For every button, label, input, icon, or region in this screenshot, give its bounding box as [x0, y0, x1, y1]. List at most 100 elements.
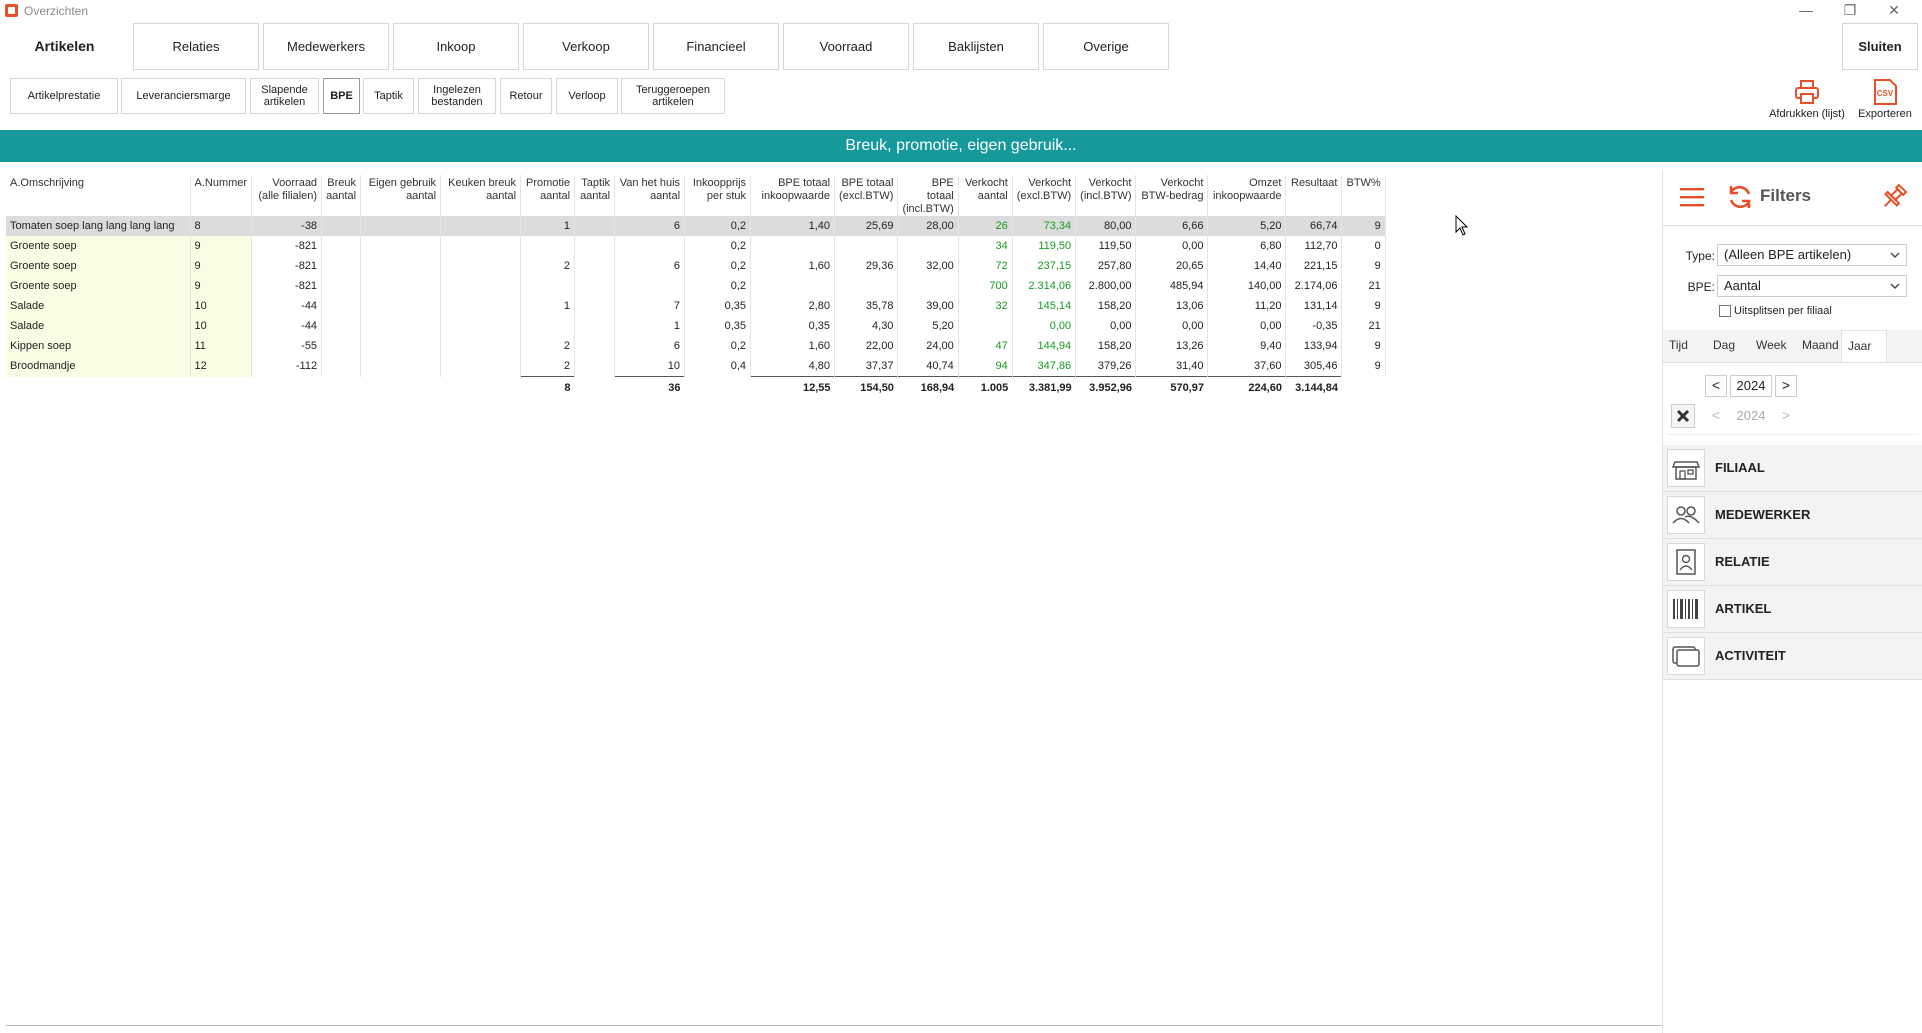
column-header[interactable]: A.Nummer: [190, 175, 253, 216]
column-header[interactable]: Omzet inkoopwaarde: [1207, 175, 1287, 216]
pin-icon[interactable]: [1879, 182, 1909, 212]
time-tab-tijd[interactable]: Tijd: [1663, 330, 1694, 362]
table-cell: Salade: [6, 316, 191, 336]
total-cell: 570,97: [1135, 376, 1208, 399]
total-cell: 12,55: [750, 376, 835, 399]
table-cell: [614, 276, 686, 296]
table-row[interactable]: Salade 10 -44 1 7 0,35 2,80 35,78 39,00 32 145,14 1…: [6, 296, 1386, 316]
column-header[interactable]: Keuken breuk aantal: [440, 175, 522, 216]
table-cell: [574, 216, 616, 236]
subtab-teruggeroepen-artikelen[interactable]: Teruggeroepen artikelen: [621, 78, 725, 114]
column-header[interactable]: Verkocht (incl.BTW): [1075, 175, 1137, 216]
table-row[interactable]: Broodmandje 12 -112 2 10 0,4 4,80 37,37 40,74 94 3…: [6, 356, 1386, 377]
table-cell: [520, 236, 576, 256]
column-header[interactable]: BTW%: [1341, 175, 1386, 216]
table-cell: [834, 276, 899, 296]
year-to-prev-button[interactable]: <: [1705, 406, 1727, 428]
filter-category-medewerker[interactable]: MEDEWERKER: [1663, 492, 1922, 539]
table-cell: [321, 356, 362, 377]
subtab-retour[interactable]: Retour: [500, 78, 552, 114]
tab-medewerkers[interactable]: Medewerkers: [263, 23, 389, 70]
tab-overige[interactable]: Overige: [1043, 23, 1169, 70]
table-cell: 0,2: [684, 336, 752, 356]
table-row[interactable]: Groente soep 9 -821 0,2 700 2.314,06 2.800,00 4…: [6, 276, 1386, 296]
column-header[interactable]: Eigen gebruik aantal: [360, 175, 442, 216]
table-cell: 20,65: [1135, 256, 1209, 276]
minimize-button[interactable]: —: [1786, 0, 1826, 22]
time-tab-jaar[interactable]: Jaar: [1841, 330, 1887, 362]
year-to-next-button[interactable]: >: [1775, 406, 1797, 428]
restore-button[interactable]: ❐: [1830, 0, 1870, 22]
column-header[interactable]: Promotie aantal: [520, 175, 576, 216]
tab-financieel[interactable]: Financieel: [653, 23, 779, 70]
print-list-button[interactable]: Afdrukken (lijst): [1766, 78, 1848, 120]
refresh-icon[interactable]: [1726, 183, 1754, 211]
tab-relaties[interactable]: Relaties: [133, 23, 259, 70]
close-window-button[interactable]: ✕: [1874, 0, 1914, 22]
menu-icon[interactable]: [1679, 186, 1705, 208]
checkbox-box[interactable]: [1719, 305, 1731, 317]
column-header[interactable]: Resultaat: [1285, 175, 1343, 216]
table-cell: 21: [1341, 276, 1386, 296]
column-header[interactable]: Breuk aantal: [321, 175, 362, 216]
column-header[interactable]: Inkoopprijs per stuk: [684, 175, 752, 216]
column-header[interactable]: BPE totaal (excl.BTW): [834, 175, 899, 216]
table-row[interactable]: Tomaten soep lang lang lang lang 8 -38 1 6 0,…: [6, 216, 1386, 236]
type-select[interactable]: (Alleen BPE artikelen): [1717, 244, 1907, 266]
tab-inkoop[interactable]: Inkoop: [393, 23, 519, 70]
tab-voorraad[interactable]: Voorraad: [783, 23, 909, 70]
table-row[interactable]: Groente soep 9 -821 0,2 34 119,50 119,50 0,00 6,…: [6, 236, 1386, 256]
year-prev-button[interactable]: <: [1705, 375, 1727, 397]
column-header[interactable]: BPE totaal (incl.BTW): [897, 175, 959, 216]
bpe-select[interactable]: Aantal: [1717, 275, 1907, 297]
time-tab-week[interactable]: Week: [1750, 330, 1792, 362]
table-cell: 9: [1341, 216, 1386, 236]
column-header[interactable]: Van het huis aantal: [614, 175, 686, 216]
table-cell: 119,50: [1075, 236, 1137, 256]
table-row[interactable]: Groente soep 9 -821 2 6 0,2 1,60 29,36 32,00 72 23…: [6, 256, 1386, 276]
category-label: ARTIKEL: [1715, 601, 1772, 616]
tab-baklijsten[interactable]: Baklijsten: [913, 23, 1039, 70]
year-next-button[interactable]: >: [1775, 375, 1797, 397]
subtab-leveranciersmarge[interactable]: Leveranciersmarge: [121, 78, 246, 114]
filter-category-relatie[interactable]: RELATIE: [1663, 539, 1922, 586]
filter-category-artikel[interactable]: ARTIKEL: [1663, 586, 1922, 633]
column-header[interactable]: BPE totaal inkoopwaarde: [750, 175, 836, 216]
totals-row: 8 36 12,55 154,50 168,94 1.005 3.381,99 3.952,9…: [6, 376, 1385, 400]
export-button[interactable]: CSV Exporteren: [1852, 78, 1918, 120]
table-cell: [750, 276, 836, 296]
column-header[interactable]: Taptik aantal: [574, 175, 616, 216]
table-row[interactable]: Kippen soep 11 -55 2 6 0,2 1,60 22,00 24,00 47 144…: [6, 336, 1386, 356]
subtab-slapende-artikelen[interactable]: Slapende artikelen: [250, 78, 319, 114]
table-cell: 0,00: [1012, 316, 1077, 336]
table-cell: Groente soep: [6, 276, 191, 296]
column-header[interactable]: A.Omschrijving: [6, 175, 191, 216]
column-header[interactable]: Verkocht (excl.BTW): [1012, 175, 1077, 216]
table-row[interactable]: Salade 10 -44 1 0,35 0,35 4,30 5,20 0,00 0,00 0,00…: [6, 316, 1386, 336]
filter-category-activiteit[interactable]: ACTIVITEIT: [1663, 633, 1922, 680]
subtab-bpe[interactable]: BPE: [323, 78, 360, 114]
year-to-field[interactable]: 2024: [1730, 406, 1772, 428]
table-cell: [321, 316, 362, 336]
table-cell: 0,00: [1135, 236, 1209, 256]
column-header[interactable]: Voorraad (alle filialen): [251, 175, 323, 216]
close-button[interactable]: Sluiten: [1842, 23, 1918, 70]
bpe-report-table[interactable]: A.Omschrijving A.Nummer Voorraad (alle fil…: [6, 175, 1386, 399]
time-tab-dag[interactable]: Dag: [1707, 330, 1741, 362]
column-header[interactable]: Verkocht BTW-bedrag: [1135, 175, 1209, 216]
filter-category-filiaal[interactable]: FILIAAL: [1663, 445, 1922, 492]
tab-verkoop[interactable]: Verkoop: [523, 23, 649, 70]
subtab-ingelezen-bestanden[interactable]: Ingelezen bestanden: [418, 78, 496, 114]
time-tab-maand[interactable]: Maand: [1796, 330, 1845, 362]
column-header[interactable]: Verkocht aantal: [958, 175, 1013, 216]
split-per-branch-checkbox[interactable]: Uitsplitsen per filiaal: [1719, 305, 1832, 317]
table-cell: 485,94: [1135, 276, 1209, 296]
clear-range-button[interactable]: [1671, 404, 1695, 428]
subtab-verloop[interactable]: Verloop: [556, 78, 618, 114]
total-cell: [1342, 377, 1385, 400]
year-from-field[interactable]: 2024: [1730, 375, 1772, 397]
subtab-taptik[interactable]: Taptik: [363, 78, 414, 114]
table-cell: 37,37: [834, 356, 899, 377]
subtab-artikelprestatie[interactable]: Artikelprestatie: [10, 78, 118, 114]
bottom-divider: [6, 1025, 1662, 1026]
